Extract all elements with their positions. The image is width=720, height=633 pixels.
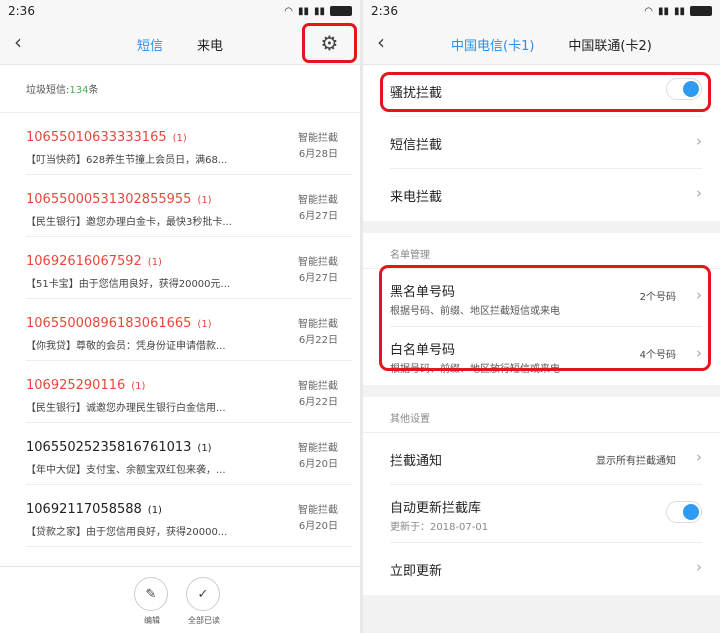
message-meta: 智能拦截 6月27日 bbox=[298, 195, 338, 222]
signal-icon: ▮▮ bbox=[657, 5, 669, 17]
message-sender: 10655000531302855955 (1) bbox=[26, 192, 212, 207]
message-sender: 10692616067592 (1) bbox=[26, 254, 162, 269]
status-bar: 2:36 ◠ ▮▮ ▮▮ bbox=[0, 0, 360, 22]
signal-icon: ▮▮ bbox=[673, 5, 685, 17]
battery-icon bbox=[690, 6, 712, 16]
message-item[interactable]: 10692117058588 (1) 【贷款之家】由于您信用良好，获得20000.… bbox=[26, 485, 352, 547]
highlight-box bbox=[380, 72, 711, 112]
chevron-right-icon: › bbox=[696, 184, 702, 202]
message-meta: 智能拦截 6月27日 bbox=[298, 257, 338, 284]
message-preview: 【贷款之家】由于您信用良好，获得20000... bbox=[26, 527, 228, 538]
message-preview: 【你我贷】尊敬的会员：凭身份证申请借款... bbox=[26, 341, 226, 352]
message-meta: 智能拦截 6月22日 bbox=[298, 319, 338, 346]
back-button[interactable]: ‹ bbox=[14, 30, 22, 54]
highlight-box bbox=[379, 265, 711, 371]
signal-icon: ▮▮ bbox=[313, 5, 325, 17]
signal-icon: ▮▮ bbox=[297, 5, 309, 17]
message-item[interactable]: 10655000531302855955 (1) 【民生银行】邀您办理白金卡，最快… bbox=[26, 175, 352, 237]
message-item[interactable]: 10692616067592 (1) 【51卡宝】由于您信用良好，获得20000元… bbox=[26, 237, 352, 299]
wifi-icon: ◠ bbox=[644, 5, 653, 17]
message-preview: 【叮当快药】628养生节撞上会员日，满68... bbox=[26, 155, 228, 166]
message-preview: 【年中大促】支付宝、余额宝双红包来袭，... bbox=[26, 465, 226, 476]
message-meta: 智能拦截 6月22日 bbox=[298, 381, 338, 408]
chevron-right-icon: › bbox=[696, 558, 702, 576]
message-item[interactable]: 10655010633333165 (1) 【叮当快药】628养生节撞上会员日，满… bbox=[26, 113, 352, 175]
chevron-right-icon: › bbox=[696, 132, 702, 150]
bottom-toolbar: ✎ 编辑 ✓ 全部已读 bbox=[0, 566, 360, 633]
status-time: 2:36 bbox=[371, 4, 398, 18]
spam-messages-screen: 2:36 ◠ ▮▮ ▮▮ ‹ 短信 来电 ⚙ 垃圾短信:134条 106550106… bbox=[0, 0, 360, 633]
block-notify-row[interactable]: 拦截通知 显示所有拦截通知 › bbox=[390, 433, 702, 485]
spam-count: 垃圾短信:134条 bbox=[0, 65, 360, 113]
tab-sim2[interactable]: 中国联通(卡2) bbox=[568, 35, 651, 54]
update-now-row[interactable]: 立即更新 › bbox=[390, 543, 702, 595]
status-bar: 2:36 ◠ ▮▮ ▮▮ bbox=[363, 0, 720, 22]
auto-update-toggle[interactable] bbox=[666, 501, 702, 523]
edit-button[interactable]: ✎ 编辑 bbox=[134, 577, 170, 626]
message-sender: 106925290116 (1) bbox=[26, 378, 146, 393]
section-list-management: 名单管理 bbox=[363, 233, 720, 269]
message-sender: 10692117058588 (1) bbox=[26, 502, 162, 517]
status-time: 2:36 bbox=[8, 4, 35, 18]
message-sender: 10655010633333165 (1) bbox=[26, 130, 187, 145]
message-item[interactable]: 10655025235816761013 (1) 【年中大促】支付宝、余额宝双红包… bbox=[26, 423, 352, 485]
message-preview: 【民生银行】诚邀您办理民生银行白金信用... bbox=[26, 403, 226, 414]
tab-calls[interactable]: 来电 bbox=[197, 35, 223, 54]
check-icon: ✓ bbox=[186, 577, 220, 611]
auto-update-row[interactable]: 自动更新拦截库 更新于：2018-07-01 bbox=[390, 485, 702, 543]
tab-sms[interactable]: 短信 bbox=[137, 35, 163, 54]
sms-block-row[interactable]: 短信拦截 › bbox=[390, 117, 702, 169]
message-preview: 【民生银行】邀您办理白金卡，最快3秒批卡... bbox=[26, 217, 232, 228]
back-button[interactable]: ‹ bbox=[377, 30, 385, 54]
block-settings-screen: 2:36 ◠ ▮▮ ▮▮ ‹ 中国电信(卡1) 中国联通(卡2) 骚扰拦截 短信拦截… bbox=[363, 0, 720, 633]
section-other-settings: 其他设置 bbox=[363, 397, 720, 433]
edit-icon: ✎ bbox=[134, 577, 168, 611]
message-sender: 10655000896183061665 (1) bbox=[26, 316, 212, 331]
tab-sim1[interactable]: 中国电信(卡1) bbox=[451, 35, 534, 54]
message-meta: 智能拦截 6月20日 bbox=[298, 505, 338, 532]
call-block-row[interactable]: 来电拦截 › bbox=[390, 169, 702, 221]
header: ‹ 短信 来电 ⚙ bbox=[0, 22, 360, 65]
chevron-right-icon: › bbox=[696, 448, 702, 466]
message-meta: 智能拦截 6月20日 bbox=[298, 443, 338, 470]
battery-icon bbox=[330, 6, 352, 16]
header: ‹ 中国电信(卡1) 中国联通(卡2) bbox=[363, 22, 720, 65]
message-meta: 智能拦截 6月28日 bbox=[298, 133, 338, 160]
wifi-icon: ◠ bbox=[284, 5, 293, 17]
message-item[interactable]: 10655000896183061665 (1) 【你我贷】尊敬的会员：凭身份证申… bbox=[26, 299, 352, 361]
mark-all-read-button[interactable]: ✓ 全部已读 bbox=[186, 577, 222, 626]
message-preview: 【51卡宝】由于您信用良好，获得20000元... bbox=[26, 279, 231, 290]
settings-gear-icon[interactable]: ⚙ bbox=[302, 23, 357, 63]
message-sender: 10655025235816761013 (1) bbox=[26, 440, 212, 455]
message-item[interactable]: 106925290116 (1) 【民生银行】诚邀您办理民生银行白金信用... 智… bbox=[26, 361, 352, 423]
